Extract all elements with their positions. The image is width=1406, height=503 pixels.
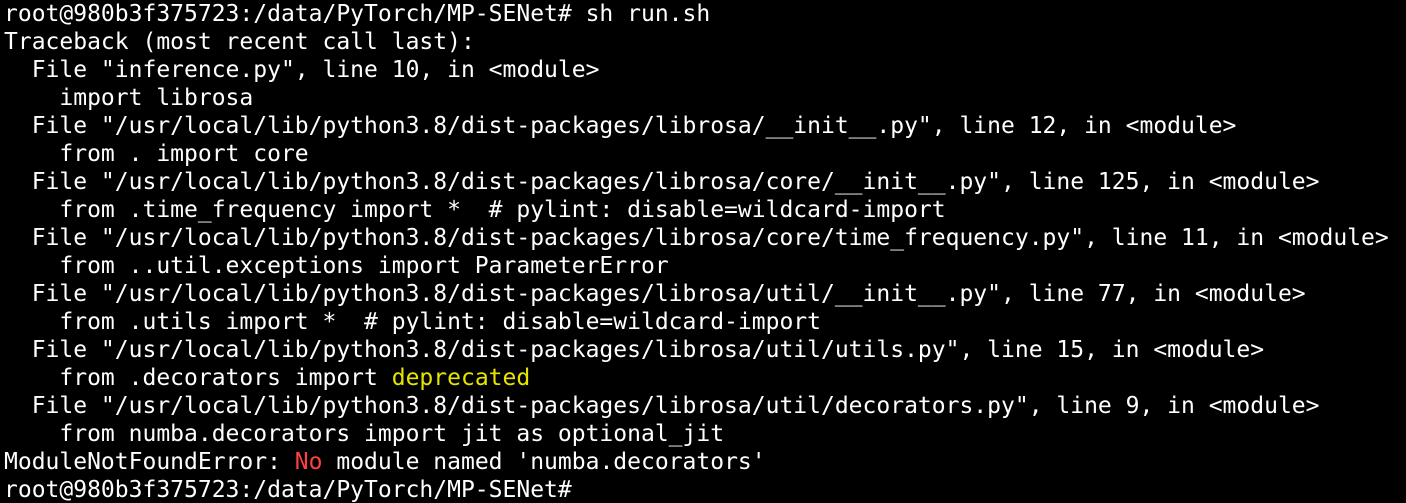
traceback-file-line: File "/usr/local/lib/python3.8/dist-pack… [4, 281, 1306, 307]
error-highlight: No [294, 449, 323, 475]
command-line: root@980b3f375723:/data/PyTorch/MP-SENet… [4, 1, 711, 27]
traceback-code-line: import librosa [4, 85, 254, 111]
terminal-window[interactable]: root@980b3f375723:/data/PyTorch/MP-SENet… [0, 0, 1406, 503]
traceback-code-line: from .decorators import deprecated [4, 364, 1406, 392]
traceback-file-line: File "/usr/local/lib/python3.8/dist-pack… [4, 393, 1320, 419]
traceback-file-line: File "/usr/local/lib/python3.8/dist-pack… [4, 225, 1389, 251]
traceback-file-line: File "inference.py", line 10, in <module… [4, 57, 600, 83]
error-message: ModuleNotFoundError: No module named 'nu… [4, 448, 1406, 476]
shell-prompt[interactable]: root@980b3f375723:/data/PyTorch/MP-SENet… [4, 476, 1406, 503]
highlighted-keyword: deprecated [391, 365, 531, 391]
traceback-code-line: from . import core [4, 141, 309, 167]
traceback-code-line: from .time_frequency import * # pylint: … [4, 197, 946, 223]
traceback-file-line: File "/usr/local/lib/python3.8/dist-pack… [4, 337, 1265, 363]
traceback-code-line: from .utils import * # pylint: disable=w… [4, 309, 821, 335]
traceback-file-line: File "/usr/local/lib/python3.8/dist-pack… [4, 113, 1237, 139]
error-text: module named 'numba.decorators' [322, 449, 766, 475]
traceback-file-line: File "/usr/local/lib/python3.8/dist-pack… [4, 169, 1320, 195]
traceback-code-line: from numba.decorators import jit as opti… [4, 421, 725, 447]
traceback-header: Traceback (most recent call last): [4, 29, 475, 55]
code-text: from .decorators import [4, 365, 392, 391]
error-type: ModuleNotFoundError: [4, 449, 295, 475]
traceback-code-line: from ..util.exceptions import ParameterE… [4, 253, 669, 279]
